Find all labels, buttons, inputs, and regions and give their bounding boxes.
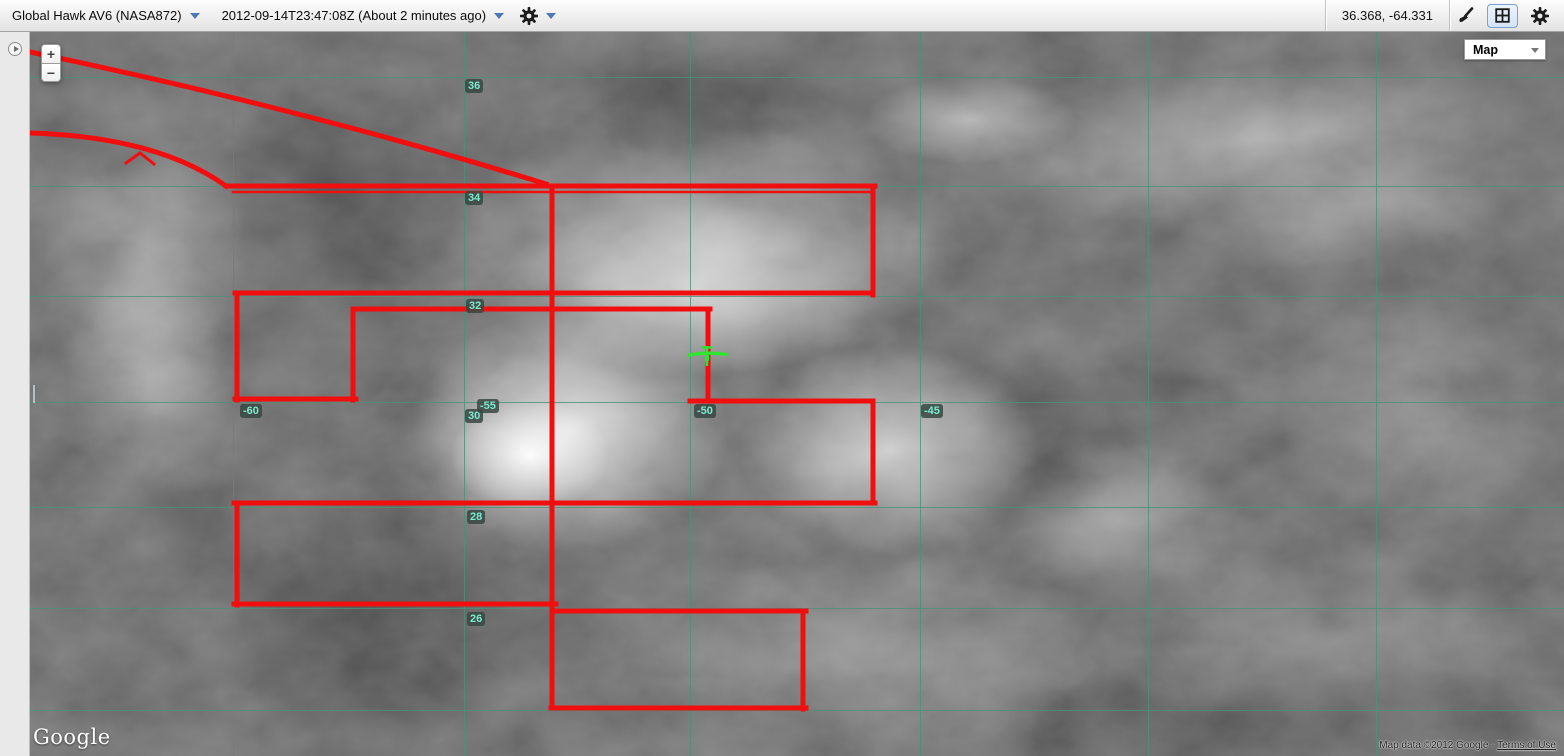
settings-menu-button[interactable]	[520, 7, 556, 25]
aircraft-marker	[677, 325, 737, 385]
chevron-down-icon	[190, 13, 200, 19]
graticule-meridian	[690, 32, 691, 756]
layout-grid-button[interactable]	[1487, 4, 1518, 28]
aircraft-selector[interactable]: Global Hawk AV6 (NASA872)	[12, 8, 200, 23]
map-type-dropdown[interactable]: Map	[1464, 39, 1546, 60]
expand-panel-icon	[14, 46, 19, 52]
graticule-label: 34	[465, 191, 483, 205]
top-toolbar: Global Hawk AV6 (NASA872) 2012-09-14T23:…	[0, 0, 1564, 32]
graticule-label: 28	[467, 510, 485, 524]
graticule-parallel	[30, 402, 1564, 403]
map-attribution: Map data ©2012 Google - Terms of Use	[1379, 740, 1556, 751]
aircraft-selector-label: Global Hawk AV6 (NASA872)	[12, 8, 182, 23]
graticule-meridian	[920, 32, 921, 756]
flight-track-segment	[30, 133, 226, 186]
zoom-control: + −	[41, 44, 61, 82]
timestamp-selector-label: 2012-09-14T23:47:08Z (About 2 minutes ag…	[222, 8, 487, 23]
terms-of-use-link[interactable]: Terms of Use	[1497, 740, 1556, 751]
graticule-parallel	[30, 507, 1564, 508]
graticule-label: 36	[465, 79, 483, 93]
timestamp-selector[interactable]: 2012-09-14T23:47:08Z (About 2 minutes ag…	[222, 8, 505, 23]
map-canvas[interactable]: + − Map Google Map data ©2012 Google - T…	[30, 32, 1564, 756]
graticule-label: 26	[467, 612, 485, 626]
graticule-label: -45	[921, 404, 943, 418]
map-edge-tick	[33, 385, 35, 403]
graticule-label: -50	[694, 404, 716, 418]
chevron-down-icon	[546, 13, 556, 19]
graticule-parallel	[30, 608, 1564, 609]
graticule-meridian	[464, 32, 465, 756]
settings-button[interactable]	[1524, 4, 1556, 28]
graticule-label: 30	[465, 409, 483, 423]
cloud-texture	[30, 32, 1564, 756]
graticule-parallel	[30, 186, 1564, 187]
chevron-down-icon	[1531, 48, 1539, 53]
zoom-in-button[interactable]: +	[41, 44, 61, 63]
graticule-parallel	[30, 77, 1564, 78]
flight-track	[30, 32, 1564, 756]
draw-tool-button[interactable]	[1450, 4, 1481, 28]
graticule-meridian	[1148, 32, 1149, 756]
gear-icon	[1531, 7, 1549, 25]
gear-icon	[520, 7, 538, 25]
graticule-parallel	[30, 296, 1564, 297]
map-type-value: Map	[1473, 43, 1498, 57]
cursor-coordinates: 36.368, -64.331	[1326, 8, 1449, 23]
expand-panel-button[interactable]	[8, 42, 22, 56]
graticule-label: 32	[466, 299, 484, 313]
attribution-text: Map data ©2012 Google -	[1379, 740, 1497, 751]
graticule-label: -60	[240, 404, 262, 418]
chevron-down-icon	[494, 13, 504, 19]
graticule-label: -55	[477, 399, 499, 413]
graticule-meridian	[233, 32, 234, 756]
graticule-meridian	[1376, 32, 1377, 756]
flight-track-segment	[30, 52, 546, 184]
flight-track-segment	[126, 153, 154, 164]
google-logo[interactable]: Google	[33, 725, 111, 749]
left-sidebar	[0, 32, 30, 756]
grid-layout-icon	[1495, 8, 1510, 23]
paintbrush-icon	[1457, 7, 1474, 24]
aircraft-body	[705, 354, 710, 362]
zoom-out-button[interactable]: −	[41, 63, 61, 82]
aircraft-wings	[687, 353, 727, 355]
graticule-parallel	[30, 710, 1564, 711]
